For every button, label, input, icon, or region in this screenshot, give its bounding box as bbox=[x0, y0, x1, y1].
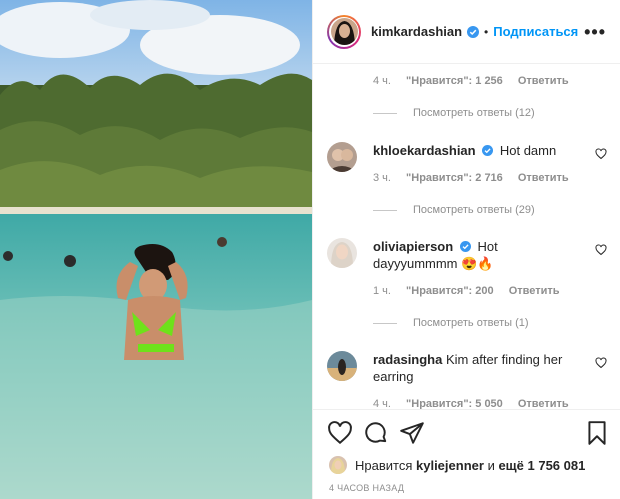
view-replies-label: Посмотреть ответы (12) bbox=[413, 107, 535, 119]
view-replies-button[interactable]: Посмотреть ответы (1) bbox=[373, 317, 529, 329]
divider bbox=[373, 112, 397, 114]
separator-dot: • bbox=[484, 24, 489, 39]
reply-button[interactable]: Ответить bbox=[518, 75, 569, 87]
divider bbox=[373, 322, 397, 324]
verified-icon bbox=[459, 241, 471, 252]
comment-meta: 3 ч. "Нравится": 2 716 Ответить bbox=[373, 172, 569, 184]
story-ring[interactable] bbox=[327, 14, 361, 49]
post-panel: kimkardashian • Подписаться ••• 4 ч. "Нр… bbox=[312, 0, 620, 499]
avatar[interactable] bbox=[327, 351, 357, 381]
instagram-post: kimkardashian • Подписаться ••• 4 ч. "Нр… bbox=[0, 0, 620, 499]
bookmark-icon[interactable] bbox=[584, 420, 610, 446]
reply-button[interactable]: Ответить bbox=[518, 398, 569, 409]
avatar[interactable] bbox=[327, 142, 357, 172]
more-icon[interactable]: ••• bbox=[584, 22, 606, 43]
comment-time: 1 ч. bbox=[373, 285, 391, 297]
comment-likes[interactable]: "Нравится": 5 050 bbox=[406, 398, 503, 409]
post-timestamp[interactable]: 4 ЧАСОВ НАЗАД bbox=[329, 483, 404, 493]
comment-username[interactable]: oliviapierson bbox=[373, 239, 453, 254]
likes-middle: и bbox=[487, 457, 495, 473]
heart-icon[interactable] bbox=[595, 244, 607, 256]
avatar bbox=[330, 18, 358, 45]
comment-time: 4 ч. bbox=[373, 398, 391, 409]
post-photo bbox=[0, 0, 312, 499]
reply-button[interactable]: Ответить bbox=[518, 172, 569, 184]
likes-prefix: Нравится bbox=[355, 457, 413, 473]
comment-time: 3 ч. bbox=[373, 172, 391, 184]
action-bar: Нравится kyliejenner и ещё 1 756 081 4 Ч… bbox=[313, 409, 620, 499]
view-replies-label: Посмотреть ответы (1) bbox=[413, 317, 529, 329]
comment-meta: 1 ч. "Нравится": 200 Ответить bbox=[373, 285, 560, 297]
author-username[interactable]: kimkardashian bbox=[371, 24, 462, 39]
view-replies-label: Посмотреть ответы (29) bbox=[413, 204, 535, 216]
liker-username[interactable]: kyliejenner bbox=[416, 458, 484, 473]
comment-icon[interactable] bbox=[363, 420, 389, 446]
reply-button[interactable]: Ответить bbox=[509, 285, 560, 297]
divider bbox=[373, 209, 397, 211]
view-replies-button[interactable]: Посмотреть ответы (29) bbox=[373, 204, 535, 216]
view-replies-button[interactable]: Посмотреть ответы (12) bbox=[373, 107, 535, 119]
comment-username[interactable]: radasingha bbox=[373, 352, 442, 367]
avatar[interactable] bbox=[327, 238, 357, 268]
share-icon[interactable] bbox=[399, 420, 425, 446]
comment-likes[interactable]: "Нравится": 200 bbox=[406, 285, 494, 297]
comment-time: 4 ч. bbox=[373, 75, 391, 87]
verified-icon bbox=[467, 25, 480, 38]
post-header: kimkardashian • Подписаться ••• bbox=[313, 0, 620, 64]
follow-button[interactable]: Подписаться bbox=[493, 24, 578, 39]
comments-list: 4 ч. "Нравится": 1 256 Ответить Посмотре… bbox=[313, 64, 620, 409]
comment-meta: 4 ч. "Нравится": 5 050 Ответить bbox=[373, 398, 569, 409]
heart-icon[interactable] bbox=[327, 420, 353, 446]
comment-meta: 4 ч. "Нравится": 1 256 Ответить bbox=[373, 75, 569, 87]
heart-icon[interactable] bbox=[595, 357, 607, 369]
post-media[interactable] bbox=[0, 0, 312, 499]
comment-likes[interactable]: "Нравится": 1 256 bbox=[406, 75, 503, 87]
heart-icon[interactable] bbox=[595, 148, 607, 160]
comment-username[interactable]: khloekardashian bbox=[373, 143, 476, 158]
likes-summary: Нравится kyliejenner и ещё 1 756 081 bbox=[329, 456, 585, 474]
comment-text: Hot damn bbox=[499, 143, 557, 158]
likes-count[interactable]: ещё 1 756 081 bbox=[498, 458, 585, 473]
verified-icon bbox=[482, 145, 494, 156]
avatar[interactable] bbox=[329, 456, 347, 474]
comment-likes[interactable]: "Нравится": 2 716 bbox=[406, 172, 503, 184]
